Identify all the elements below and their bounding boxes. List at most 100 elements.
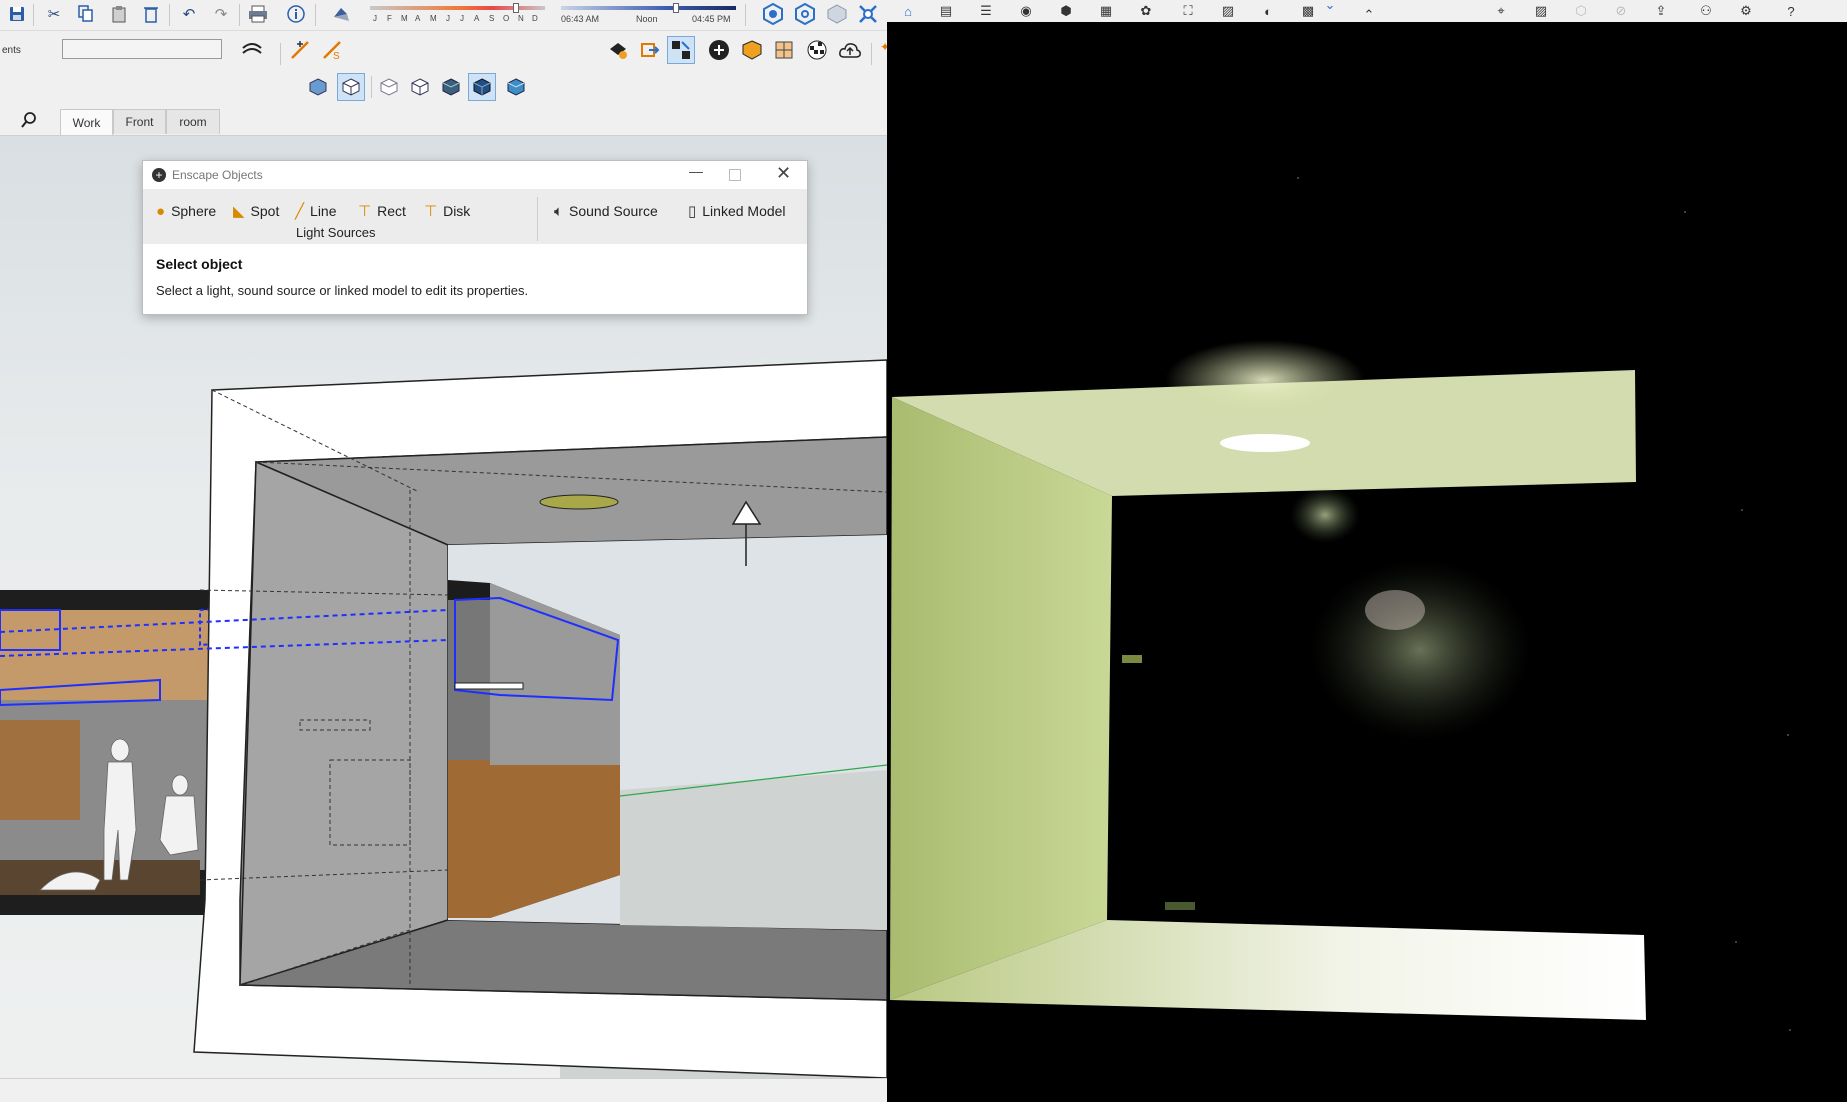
linked-model-icon: ▯ [688,203,697,220]
shadow-date-thumb[interactable] [513,3,519,13]
month-label: A [415,14,421,23]
spot-button[interactable]: ◣ Spot [233,201,279,221]
picture-icon[interactable]: ▨ [1532,2,1550,20]
month-label: O [503,14,510,23]
map-icon[interactable]: ⌖ [1492,2,1510,20]
home-icon[interactable]: ⌂ [899,2,917,20]
layer-select[interactable] [62,39,222,59]
collaboration-icon[interactable]: ⚇ [1697,2,1715,20]
section-cut-icon[interactable]: S [318,36,346,64]
print-icon[interactable] [247,3,269,25]
view-iso-icon[interactable] [304,73,332,101]
time-noon-label: Noon [636,14,658,24]
add-icon[interactable] [705,36,733,64]
enscape-logo-icon: + [152,168,166,182]
separator [280,43,281,65]
separator [169,4,170,26]
scene-tabs-bar: Work Front room [0,105,887,136]
status-bar [0,1078,887,1102]
library-icon[interactable]: ▦ [1097,2,1115,20]
document-icon[interactable]: ▤ [937,2,955,20]
view-bottom-icon[interactable] [502,73,530,101]
layer-manager-icon[interactable] [238,36,266,64]
spot-icon: ◣ [233,203,245,220]
shadow-time-thumb[interactable] [673,3,679,13]
screenshot-icon[interactable]: ⛶ [1179,2,1197,20]
separator [315,4,316,26]
maximize-icon[interactable] [729,169,741,181]
enscape-views-icon[interactable] [826,3,848,25]
dropdown-icon[interactable]: ⌄ [1321,0,1339,14]
search-icon[interactable] [18,109,40,131]
delete-icon[interactable] [140,3,162,25]
copy-icon[interactable] [75,3,97,25]
cut-icon[interactable]: ✂ [43,3,65,25]
save-icon[interactable] [6,3,28,25]
views-toolbar [0,69,887,106]
render-scene [890,177,1791,1031]
enscape-asset-icon[interactable] [636,36,664,64]
enscape-material-icon[interactable] [738,36,766,64]
disk-button[interactable]: ⊤ Disk [424,201,470,221]
upload-icon[interactable] [836,36,864,64]
select-object-heading: Select object [156,256,243,272]
view-front-icon[interactable] [375,73,403,101]
rect-button[interactable]: ⊤ Rect [358,201,406,221]
settings-icon[interactable]: ✦ [874,36,887,58]
month-label: A [474,14,480,23]
export-icon[interactable]: ⇪ [1652,2,1670,20]
enscape-objects-dialog: + Enscape Objects — ✕ ● Sphere ◣ Spot ╱ … [142,160,808,315]
shadow-time-slider[interactable] [561,3,736,13]
panorama-icon[interactable]: ◐ [1259,2,1277,20]
minimize-icon[interactable]: — [689,163,703,179]
enscape-capture-icon[interactable] [857,3,879,25]
section-plane-icon[interactable] [286,36,314,64]
enscape-sync-icon[interactable] [794,3,816,25]
enscape-objects-icon[interactable] [604,36,632,64]
view-left-icon[interactable] [468,73,496,101]
tab-work[interactable]: Work [60,109,113,135]
enscape-video-icon[interactable] [667,36,695,64]
linked-model-button[interactable]: ▯ Linked Model [688,201,786,221]
svg-text:S: S [333,51,340,61]
sphere-button[interactable]: ● Sphere [156,201,216,221]
image-icon[interactable]: ▨ [1219,2,1237,20]
undo-icon[interactable]: ↶ [178,3,200,25]
sketchup-viewport[interactable]: + Enscape Objects — ✕ ● Sphere ◣ Spot ╱ … [0,136,887,1078]
time-end-label: 04:45 PM [692,14,731,24]
month-label: N [518,14,524,23]
link-icon[interactable]: ⊘ [1612,2,1630,20]
close-icon[interactable]: ✕ [776,163,791,184]
cube-icon[interactable]: ⬢ [1057,2,1075,20]
layer-label: ents [2,45,21,56]
shadow-date-slider[interactable] [370,3,545,13]
help-icon[interactable]: ? [1782,2,1800,20]
tab-front[interactable]: Front [113,109,166,134]
model-info-icon[interactable] [285,3,307,25]
shadows-toggle-icon[interactable] [330,3,352,25]
palette-icon[interactable]: ✿ [1137,2,1155,20]
eye-icon[interactable]: ◉ [1017,2,1035,20]
line-button[interactable]: ╱ Line [295,201,337,221]
select-object-description: Select a light, sound source or linked m… [156,283,529,298]
gallery-icon[interactable]: ▩ [1299,2,1317,20]
disk-label: Disk [443,203,471,219]
dialog-title: Enscape Objects [172,168,263,182]
view-back-icon[interactable] [437,73,465,101]
month-label: F [387,14,392,23]
redo-icon[interactable]: ↷ [210,3,232,25]
enscape-batch-icon[interactable] [770,36,798,64]
paste-icon[interactable] [108,3,130,25]
vr-icon[interactable]: ⬡ [1572,2,1590,20]
rect-label: Rect [377,203,406,219]
view-right-icon[interactable] [406,73,434,101]
line-label: Line [310,203,337,219]
enscape-start-icon[interactable] [762,3,784,25]
menu-icon[interactable]: ☰ [977,2,995,20]
settings-gear-icon[interactable]: ⚙ [1737,2,1755,20]
sound-source-button[interactable]: 🔈︎ Sound Source [554,201,658,221]
dialog-titlebar[interactable]: + Enscape Objects — ✕ [143,161,807,189]
view-top-icon[interactable] [337,73,365,101]
enscape-checker-icon[interactable] [803,36,831,64]
tab-room[interactable]: room [166,109,220,134]
